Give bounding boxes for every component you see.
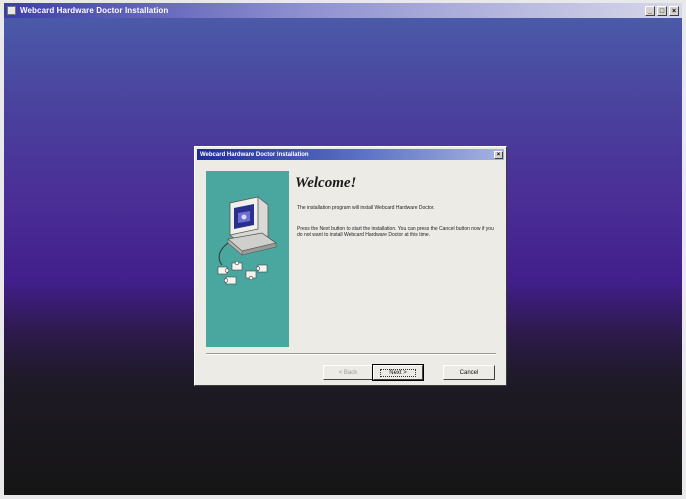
back-button-label: < Back	[338, 369, 358, 376]
computer-with-puzzle-pieces-icon	[217, 196, 277, 285]
dialog-title: Webcard Hardware Doctor Installation	[200, 151, 309, 158]
next-button[interactable]: Next >	[372, 364, 424, 381]
installer-background: Webcard Hardware Doctor Installation × W…	[4, 18, 682, 495]
button-separator	[206, 353, 496, 355]
minimize-button[interactable]: _	[645, 5, 655, 16]
dialog-side-panel	[206, 171, 289, 347]
window-controls: _ □ ×	[645, 5, 679, 16]
cancel-button[interactable]: Cancel	[443, 365, 495, 380]
welcome-heading: Welcome!	[295, 175, 357, 191]
close-button[interactable]: ×	[669, 5, 679, 16]
cancel-button-label: Cancel	[459, 369, 479, 376]
maximize-button[interactable]: □	[657, 5, 667, 16]
welcome-dialog: Webcard Hardware Doctor Installation × W…	[194, 146, 507, 386]
window-title: Webcard Hardware Doctor Installation	[20, 6, 169, 15]
back-button[interactable]: < Back	[323, 365, 373, 380]
dialog-close-button[interactable]: ×	[494, 150, 503, 159]
instructions-text: Press the Next button to start the insta…	[297, 226, 494, 238]
app-window-icon	[7, 6, 16, 15]
intro-text: The installation program will install We…	[297, 205, 435, 211]
window-titlebar[interactable]: Webcard Hardware Doctor Installation _ □…	[4, 3, 682, 18]
dialog-titlebar[interactable]: Webcard Hardware Doctor Installation ×	[197, 149, 504, 160]
next-button-label: Next >	[380, 368, 416, 377]
